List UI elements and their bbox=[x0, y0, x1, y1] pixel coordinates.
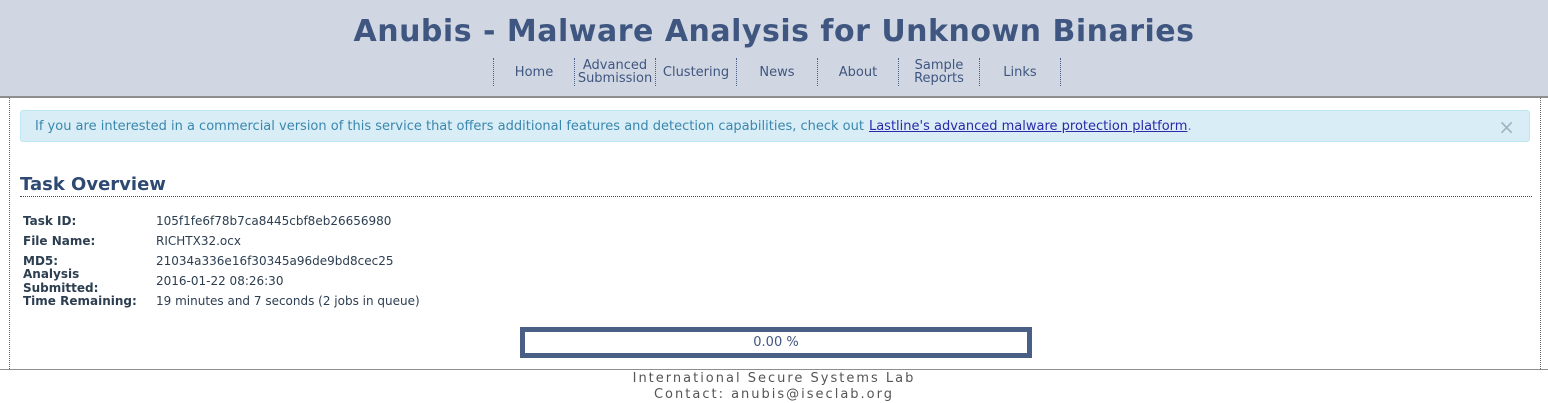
nav-sample-reports[interactable]: Sample Reports bbox=[899, 58, 980, 86]
info-row-time-remaining: Time Remaining: 19 minutes and 7 seconds… bbox=[23, 291, 420, 311]
nav-news[interactable]: News bbox=[737, 58, 818, 86]
nav-links[interactable]: Links bbox=[980, 58, 1061, 86]
site-title: Anubis - Malware Analysis for Unknown Bi… bbox=[353, 14, 1195, 49]
info-value: 19 minutes and 7 seconds (2 jobs in queu… bbox=[156, 294, 420, 308]
alert-suffix: . bbox=[1187, 118, 1192, 134]
info-row-file-name: File Name: RICHTX32.ocx bbox=[23, 231, 420, 251]
info-value: 105f1fe6f78b7ca8445cbf8eb26656980 bbox=[156, 214, 392, 228]
nav-advanced-submission[interactable]: Advanced Submission bbox=[575, 58, 656, 86]
info-label: Time Remaining: bbox=[23, 294, 137, 308]
info-label: Analysis Submitted: bbox=[23, 267, 99, 295]
section-title: Task Overview bbox=[20, 174, 166, 195]
nav-about[interactable]: About bbox=[818, 58, 899, 86]
lastline-link[interactable]: Lastline's advanced malware protection p… bbox=[869, 119, 1187, 134]
progress-bar: 0.00 % bbox=[520, 327, 1032, 358]
progress-text: 0.00 % bbox=[753, 335, 799, 350]
site-footer: International Secure Systems Lab Contact… bbox=[0, 371, 1548, 403]
info-label: File Name: bbox=[23, 234, 96, 248]
main-nav: Home Advanced Submission Clustering News… bbox=[493, 58, 1061, 86]
nav-advanced-submission-label: Advanced Submission bbox=[577, 58, 653, 86]
footer-divider bbox=[0, 369, 1548, 370]
info-label: Task ID: bbox=[23, 214, 77, 228]
info-row-analysis-submitted: Analysis Submitted: 2016-01-22 08:26:30 bbox=[23, 267, 420, 295]
close-icon[interactable]: × bbox=[1498, 117, 1515, 137]
info-value: RICHTX32.ocx bbox=[156, 234, 241, 248]
task-info-table: Task ID: 105f1fe6f78b7ca8445cbf8eb266569… bbox=[23, 211, 420, 311]
nav-sample-reports-label: Sample Reports bbox=[914, 58, 964, 86]
info-label: MD5: bbox=[23, 254, 59, 268]
nav-clustering[interactable]: Clustering bbox=[656, 58, 737, 86]
footer-lab: International Secure Systems Lab bbox=[632, 371, 916, 386]
info-row-task-id: Task ID: 105f1fe6f78b7ca8445cbf8eb266569… bbox=[23, 211, 420, 231]
footer-contact-label: Contact: bbox=[653, 387, 725, 402]
nav-home[interactable]: Home bbox=[494, 58, 575, 86]
info-value: 2016-01-22 08:26:30 bbox=[156, 274, 284, 288]
contact-email-link[interactable]: anubis@iseclab.org bbox=[731, 387, 894, 402]
commercial-alert: If you are interested in a commercial ve… bbox=[20, 110, 1530, 142]
section-divider bbox=[20, 196, 1532, 197]
site-header: Anubis - Malware Analysis for Unknown Bi… bbox=[0, 0, 1548, 98]
alert-text: If you are interested in a commercial ve… bbox=[35, 118, 864, 134]
info-value: 21034a336e16f30345a96de9bd8cec25 bbox=[156, 254, 394, 268]
